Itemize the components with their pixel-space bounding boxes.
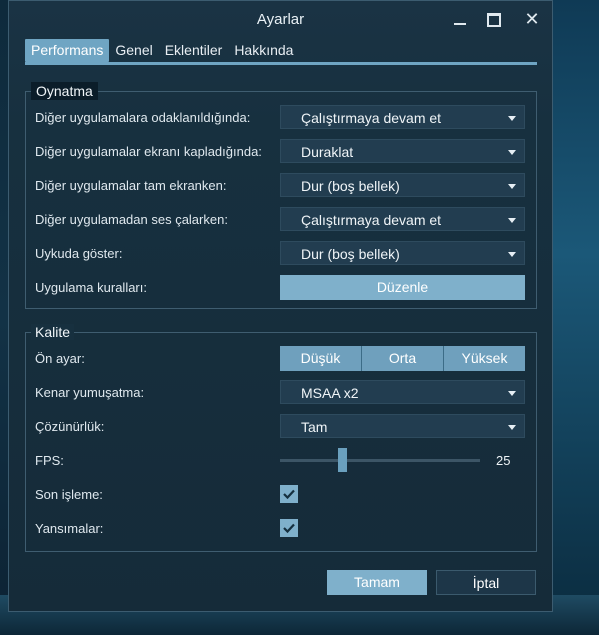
covered-behavior-select[interactable]: Duraklat xyxy=(280,139,525,163)
fps-slider-track[interactable] xyxy=(280,459,480,462)
minimize-icon[interactable] xyxy=(449,9,471,29)
tab-hakkinda[interactable]: Hakkında xyxy=(228,39,299,62)
fullscreen-behavior-select[interactable]: Dur (boş bellek) xyxy=(280,173,525,197)
preset-low-button[interactable]: Düşük xyxy=(280,346,361,371)
preset-segmented-control: Düşük Orta Yüksek xyxy=(280,346,525,371)
chevron-down-icon xyxy=(508,391,516,396)
row-label-sleep: Uykuda göster: xyxy=(35,246,123,261)
fps-slider-handle[interactable] xyxy=(338,448,347,472)
chevron-down-icon xyxy=(508,218,516,223)
tab-genel[interactable]: Genel xyxy=(109,39,158,62)
select-value: Dur (boş bellek) xyxy=(301,178,400,194)
row-label-fullscreen: Diğer uygulamalar tam ekranken: xyxy=(35,178,227,193)
sleep-behavior-select[interactable]: Dur (boş bellek) xyxy=(280,241,525,265)
tab-bar: Performans Genel Eklentiler Hakkında xyxy=(25,39,299,62)
antialias-select[interactable]: MSAA x2 xyxy=(280,380,525,404)
row-label-covered: Diğer uygulamalar ekranı kapladığında: xyxy=(35,144,262,159)
postprocess-label: Son işleme: xyxy=(35,487,103,502)
preset-medium-button[interactable]: Orta xyxy=(361,346,443,371)
row-label-focus: Diğer uygulamalara odaklanıldığında: xyxy=(35,110,251,125)
fps-value: 25 xyxy=(496,453,511,468)
settings-window: Ayarlar ✕ Performans Genel Eklentiler Ha… xyxy=(8,0,553,612)
resolution-label: Çözünürlük: xyxy=(35,419,105,434)
tab-performans[interactable]: Performans xyxy=(25,39,110,62)
quality-group-title: Kalite xyxy=(31,324,75,340)
tab-eklentiler[interactable]: Eklentiler xyxy=(159,39,229,62)
fps-label: FPS: xyxy=(35,453,64,468)
chevron-down-icon xyxy=(508,425,516,430)
ok-button[interactable]: Tamam xyxy=(327,570,427,595)
maximize-icon[interactable] xyxy=(482,9,504,29)
antialias-label: Kenar yumuşatma: xyxy=(35,385,145,400)
close-icon[interactable]: ✕ xyxy=(521,9,543,29)
select-value: Duraklat xyxy=(301,144,354,160)
edit-rules-button[interactable]: Düzenle xyxy=(280,275,525,300)
select-value: Çalıştırmaya devam et xyxy=(301,212,442,228)
chevron-down-icon xyxy=(508,184,516,189)
select-value: MSAA x2 xyxy=(301,385,359,401)
tab-underline xyxy=(25,62,537,65)
select-value: Tam xyxy=(301,419,328,435)
preset-label: Ön ayar: xyxy=(35,351,85,366)
row-label-audio: Diğer uygulamadan ses çalarken: xyxy=(35,212,228,227)
reflections-label: Yansımalar: xyxy=(35,521,104,536)
title-bar[interactable]: Ayarlar ✕ xyxy=(9,1,552,37)
checkmark-icon xyxy=(283,489,295,500)
select-value: Çalıştırmaya devam et xyxy=(301,110,442,126)
select-value: Dur (boş bellek) xyxy=(301,246,400,262)
focus-behavior-select[interactable]: Çalıştırmaya devam et xyxy=(280,105,525,129)
playback-group-title: Oynatma xyxy=(31,82,98,100)
preset-high-button[interactable]: Yüksek xyxy=(443,346,525,371)
audio-behavior-select[interactable]: Çalıştırmaya devam et xyxy=(280,207,525,231)
chevron-down-icon xyxy=(508,116,516,121)
chevron-down-icon xyxy=(508,252,516,257)
row-label-rules: Uygulama kuralları: xyxy=(35,280,147,295)
postprocess-checkbox[interactable] xyxy=(280,485,298,503)
checkmark-icon xyxy=(283,523,295,534)
cancel-button[interactable]: İptal xyxy=(436,570,536,595)
reflections-checkbox[interactable] xyxy=(280,519,298,537)
resolution-select[interactable]: Tam xyxy=(280,414,525,438)
chevron-down-icon xyxy=(508,150,516,155)
